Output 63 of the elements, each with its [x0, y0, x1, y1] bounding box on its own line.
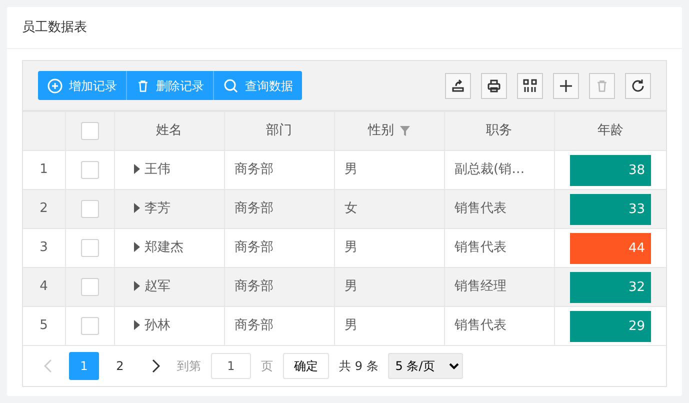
age-bar: 32 — [570, 272, 651, 302]
expand-arrow-icon[interactable] — [132, 164, 140, 174]
column-header[interactable]: 部门 — [266, 123, 292, 138]
column-header[interactable]: 年龄 — [597, 123, 624, 138]
expand-arrow-icon[interactable] — [132, 203, 140, 214]
columns-icon — [522, 78, 538, 94]
plus-icon — [558, 78, 574, 94]
export-tool-button[interactable] — [445, 72, 471, 98]
panel-title: 员工数据表 — [22, 18, 87, 37]
column-header[interactable]: 性别 — [368, 123, 394, 138]
row-number: 5 — [23, 306, 65, 346]
trash-icon — [595, 78, 609, 92]
row-checkbox[interactable] — [80, 200, 98, 218]
add-tool-button[interactable] — [553, 72, 579, 98]
name-text: 赵军 — [144, 279, 170, 294]
confirm-button[interactable]: 确定 — [283, 353, 329, 379]
department-cell: 商务部 — [224, 268, 334, 306]
position-cell: 销售代表 — [444, 306, 554, 346]
name-text: 王伟 — [144, 162, 170, 178]
gender-cell: 男 — [334, 306, 444, 346]
header-checkbox[interactable] — [80, 122, 98, 140]
chevron-left-icon — [44, 359, 52, 373]
column-header[interactable]: 姓名 — [156, 123, 182, 138]
export-icon — [450, 78, 466, 94]
column-header[interactable]: 职务 — [486, 123, 512, 138]
refresh-icon — [630, 78, 646, 94]
expand-arrow-icon[interactable] — [132, 281, 140, 292]
page-label: 页 — [261, 358, 273, 375]
position-cell: 销售代表 — [444, 190, 554, 228]
print-tool-button[interactable] — [481, 72, 507, 98]
name-text: 李芳 — [144, 201, 170, 216]
age-bar: 33 — [570, 194, 651, 224]
page-button[interactable]: 2 — [105, 352, 135, 380]
row-checkbox[interactable] — [80, 160, 98, 179]
row-checkbox[interactable] — [80, 316, 98, 335]
gender-cell: 男 — [334, 268, 444, 306]
page-input[interactable]: 1 — [211, 353, 251, 379]
trash-icon — [136, 78, 150, 92]
columns-tool-button[interactable] — [517, 72, 543, 98]
chevron-right-icon — [152, 359, 160, 373]
department-cell: 商务部 — [224, 306, 334, 346]
gender-cell: 女 — [334, 190, 444, 228]
row-number: 4 — [23, 268, 65, 306]
page-size-select[interactable]: 5 条/页 — [388, 353, 464, 379]
name-text: 郑建杰 — [144, 240, 184, 256]
refresh-tool-button[interactable] — [625, 72, 651, 98]
name-text: 孙林 — [144, 318, 170, 334]
filter-icon[interactable] — [400, 126, 410, 136]
plus-circle-icon — [47, 78, 63, 94]
expand-arrow-icon[interactable] — [132, 320, 140, 330]
row-checkbox[interactable] — [80, 278, 98, 296]
row-number: 2 — [23, 190, 65, 228]
position-cell: 销售经理 — [444, 268, 554, 306]
row-checkbox[interactable] — [80, 238, 98, 257]
age-bar: 29 — [570, 310, 651, 342]
age-bar: 44 — [570, 232, 651, 264]
age-bar: 38 — [570, 154, 651, 186]
department-cell: 商务部 — [224, 190, 334, 228]
search-icon — [223, 78, 239, 94]
total-count: 共 9 条 — [339, 358, 378, 375]
goto-label: 到第 — [177, 358, 201, 375]
printer-icon — [486, 78, 502, 94]
expand-arrow-icon[interactable] — [132, 242, 140, 252]
